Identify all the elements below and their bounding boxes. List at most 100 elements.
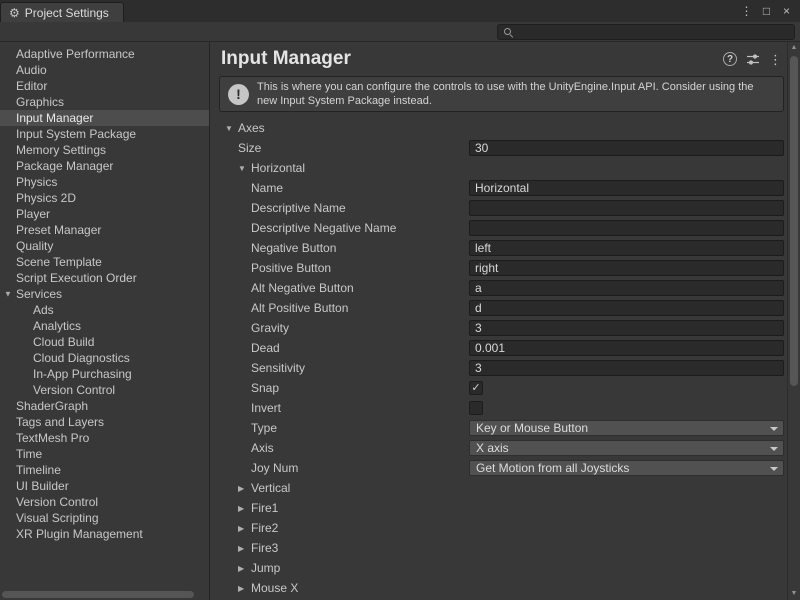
property-label-text: Snap <box>251 381 279 395</box>
property-label-text: Descriptive Negative Name <box>251 221 396 235</box>
property-label[interactable]: ▶Fire1 <box>210 501 278 515</box>
main-vscrollbar-track[interactable] <box>788 54 800 588</box>
presets-icon[interactable] <box>746 53 760 66</box>
main-vscrollbar[interactable]: ▲ ▼ <box>787 42 800 600</box>
sidebar-item-editor[interactable]: Editor <box>0 78 209 94</box>
dropdown-type[interactable]: Key or Mouse Button <box>469 420 784 436</box>
main-vscrollbar-thumb[interactable] <box>790 56 798 386</box>
text-field-descriptive-name[interactable] <box>469 200 784 216</box>
sidebar-item-physics-2d[interactable]: Physics 2D <box>0 190 209 206</box>
foldout-closed-icon[interactable]: ▶ <box>238 544 251 553</box>
property-label: Alt Positive Button <box>210 301 348 315</box>
sidebar-item-quality[interactable]: Quality <box>0 238 209 254</box>
sidebar-item-ui-builder[interactable]: UI Builder <box>0 478 209 494</box>
close-icon[interactable]: × <box>780 4 793 18</box>
text-field-gravity[interactable]: 3 <box>469 320 784 336</box>
property-label[interactable]: ▼Axes <box>210 121 265 135</box>
sidebar-item-shadergraph[interactable]: ShaderGraph <box>0 398 209 414</box>
property-label[interactable]: ▶Vertical <box>210 481 290 495</box>
text-field-negative-button[interactable]: left <box>469 240 784 256</box>
field-area: right <box>469 260 784 276</box>
property-label[interactable]: ▼Horizontal <box>210 161 305 175</box>
foldout-open-icon[interactable]: ▼ <box>238 164 251 173</box>
sidebar-item-analytics[interactable]: Analytics <box>0 318 209 334</box>
sidebar-item-cloud-diagnostics[interactable]: Cloud Diagnostics <box>0 350 209 366</box>
text-field-size[interactable]: 30 <box>469 140 784 156</box>
text-field-alt-positive-button[interactable]: d <box>469 300 784 316</box>
sidebar-item-label: Ads <box>33 303 54 317</box>
sidebar-item-package-manager[interactable]: Package Manager <box>0 158 209 174</box>
dropdown-axis[interactable]: X axis <box>469 440 784 456</box>
tab-project-settings[interactable]: ⚙ Project Settings <box>0 2 124 22</box>
sidebar-item-services[interactable]: ▼Services <box>0 286 209 302</box>
sidebar-item-label: Memory Settings <box>16 143 106 157</box>
scroll-down-icon[interactable]: ▼ <box>791 588 798 600</box>
row-joy-num: Joy NumGet Motion from all Joysticks <box>210 458 787 478</box>
more-menu-icon[interactable]: ⋮ <box>769 53 782 66</box>
sidebar-item-scene-template[interactable]: Scene Template <box>0 254 209 270</box>
sidebar-item-in-app-purchasing[interactable]: In-App Purchasing <box>0 366 209 382</box>
scroll-up-icon[interactable]: ▲ <box>791 42 798 54</box>
sidebar-item-textmesh-pro[interactable]: TextMesh Pro <box>0 430 209 446</box>
text-field-dead[interactable]: 0.001 <box>469 340 784 356</box>
info-icon: ! <box>228 84 249 105</box>
sidebar-item-player[interactable]: Player <box>0 206 209 222</box>
checkbox-invert[interactable] <box>469 401 483 415</box>
foldout-closed-icon[interactable]: ▶ <box>238 564 251 573</box>
text-field-name[interactable]: Horizontal <box>469 180 784 196</box>
search-box[interactable] <box>497 24 795 40</box>
sidebar-item-version-control[interactable]: Version Control <box>0 382 209 398</box>
sidebar-item-time[interactable]: Time <box>0 446 209 462</box>
sidebar-item-physics[interactable]: Physics <box>0 174 209 190</box>
field-area <box>469 400 784 416</box>
main-header: Input Manager ? ⋮ <box>210 42 787 76</box>
field-area: 0.001 <box>469 340 784 356</box>
foldout-closed-icon[interactable]: ▶ <box>238 484 251 493</box>
property-label[interactable]: ▶Fire2 <box>210 521 278 535</box>
sidebar-item-audio[interactable]: Audio <box>0 62 209 78</box>
sidebar-item-version-control[interactable]: Version Control <box>0 494 209 510</box>
foldout-open-icon[interactable]: ▼ <box>225 124 238 133</box>
sidebar-list: Adaptive PerformanceAudioEditorGraphicsI… <box>0 46 209 542</box>
text-field-sensitivity[interactable]: 3 <box>469 360 784 376</box>
sidebar-item-timeline[interactable]: Timeline <box>0 462 209 478</box>
sidebar-item-graphics[interactable]: Graphics <box>0 94 209 110</box>
sidebar-item-tags-and-layers[interactable]: Tags and Layers <box>0 414 209 430</box>
field-area: Horizontal <box>469 180 784 196</box>
property-label[interactable]: ▶Fire3 <box>210 541 278 555</box>
foldout-closed-icon[interactable]: ▶ <box>238 584 251 593</box>
sidebar-item-label: Package Manager <box>16 159 113 173</box>
sidebar-item-input-manager[interactable]: Input Manager <box>0 110 209 126</box>
field-area: ✓ <box>469 380 784 396</box>
dropdown-joy-num[interactable]: Get Motion from all Joysticks <box>469 460 784 476</box>
sidebar-item-cloud-build[interactable]: Cloud Build <box>0 334 209 350</box>
sidebar-item-preset-manager[interactable]: Preset Manager <box>0 222 209 238</box>
checkbox-snap[interactable]: ✓ <box>469 381 483 395</box>
text-field-alt-negative-button[interactable]: a <box>469 280 784 296</box>
maximize-icon[interactable]: □ <box>760 4 773 18</box>
foldout-open-icon[interactable]: ▼ <box>4 290 12 299</box>
sidebar-item-memory-settings[interactable]: Memory Settings <box>0 142 209 158</box>
sidebar-item-input-system-package[interactable]: Input System Package <box>0 126 209 142</box>
foldout-closed-icon[interactable]: ▶ <box>238 504 251 513</box>
sidebar-item-visual-scripting[interactable]: Visual Scripting <box>0 510 209 526</box>
sidebar-item-ads[interactable]: Ads <box>0 302 209 318</box>
help-icon[interactable]: ? <box>723 52 737 66</box>
sidebar-hscrollbar[interactable] <box>0 589 209 600</box>
sidebar-hscrollbar-thumb[interactable] <box>2 591 194 598</box>
sidebar-item-adaptive-performance[interactable]: Adaptive Performance <box>0 46 209 62</box>
property-label[interactable]: ▶Mouse X <box>210 581 298 595</box>
search-input[interactable] <box>518 25 789 39</box>
foldout-closed-icon[interactable]: ▶ <box>238 524 251 533</box>
text-field-positive-button[interactable]: right <box>469 260 784 276</box>
row-dead: Dead 0.001 <box>210 338 787 358</box>
window-menu-icon[interactable]: ⋮ <box>740 4 753 18</box>
property-label-text: Jump <box>251 561 280 575</box>
text-field-descriptive-negative-name[interactable] <box>469 220 784 236</box>
sidebar-item-xr-plugin-management[interactable]: XR Plugin Management <box>0 526 209 542</box>
sidebar-item-label: Input Manager <box>16 111 93 125</box>
property-label[interactable]: ▶Jump <box>210 561 280 575</box>
sidebar-item-script-execution-order[interactable]: Script Execution Order <box>0 270 209 286</box>
property-label: Descriptive Name <box>210 201 346 215</box>
property-label-text: Dead <box>251 341 280 355</box>
